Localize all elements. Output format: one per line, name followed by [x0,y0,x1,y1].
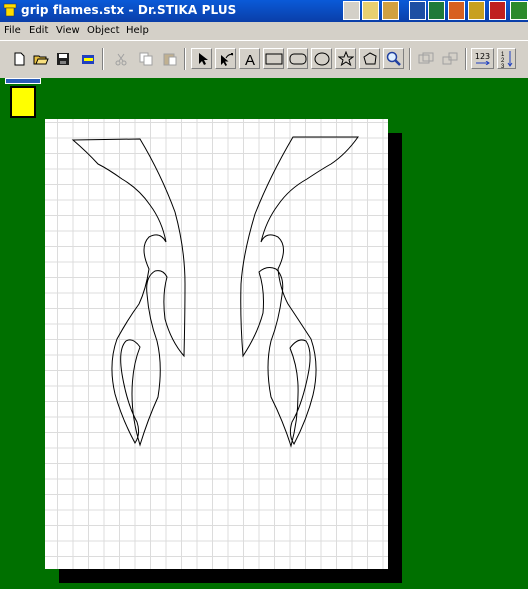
ellipse-icon [314,52,329,65]
star-tool-button[interactable] [335,48,356,69]
open-button[interactable] [30,48,51,69]
color-palette-swatch[interactable] [10,86,36,118]
menu-help[interactable]: Help [126,25,149,36]
flame-left [71,138,186,447]
menu-edit[interactable]: Edit [29,25,48,36]
toolbar-separator [465,48,467,70]
save-icon [56,52,69,65]
cut-button[interactable] [110,48,131,69]
text-icon: A [245,52,255,66]
menu-file[interactable]: File [4,25,21,36]
menu-object[interactable]: Object [87,25,120,36]
zoom-icon [386,51,401,66]
app-tray-icon[interactable] [468,1,485,20]
app-tray-icon[interactable] [510,1,528,20]
vertical-numbering-icon: 1 2 3 [501,50,512,68]
new-icon [14,52,24,65]
drawing-page[interactable] [45,119,388,569]
cutter-icon [81,54,94,64]
rounded-rectangle-icon [289,53,306,64]
toolbar: A 123 1 2 3 [0,40,528,78]
excel-icon[interactable] [428,1,445,20]
flame-right [240,136,359,448]
group-button[interactable] [415,48,436,69]
rectangle-tool-button[interactable] [263,48,284,69]
cutter-button[interactable] [77,48,98,69]
paste-icon [163,53,176,65]
toolbar-separator [184,48,186,70]
open-icon [33,55,49,64]
word-icon[interactable] [409,1,426,20]
vertical-numbering-button[interactable]: 1 2 3 [497,48,516,69]
ungroup-button[interactable] [439,48,460,69]
numbering-button[interactable]: 123 [471,48,494,69]
polygon-tool-button[interactable] [359,48,380,69]
app-tray-icon[interactable] [362,1,379,20]
copy-icon [139,52,152,65]
app-tray-icon[interactable] [343,1,360,20]
save-button[interactable] [52,48,73,69]
app-tray-icon[interactable] [489,1,506,20]
select-icon [198,52,208,65]
ungroup-icon [442,52,457,64]
cut-icon [115,53,126,65]
zoom-tool-button[interactable] [383,48,404,69]
menu-view[interactable]: View [56,25,80,36]
title-bar: grip flames.stx - Dr.STIKA PLUS [0,0,528,22]
star-icon [337,50,354,66]
rectangle-icon [265,53,282,64]
window-title: grip flames.stx - Dr.STIKA PLUS [21,3,237,17]
node-edit-icon [220,52,233,66]
svg-text:A: A [245,52,255,66]
paste-button[interactable] [159,48,180,69]
menu-bar: File Edit View Object Help [0,22,528,40]
group-icon [418,52,433,63]
polygon-icon [362,51,377,64]
copy-button[interactable] [135,48,156,69]
ellipse-tool-button[interactable] [311,48,332,69]
new-button[interactable] [8,48,29,69]
rounded-rectangle-tool-button[interactable] [287,48,308,69]
arrow-right-icon [475,61,490,65]
toolbar-separator [409,48,411,70]
app-tray-icon[interactable] [382,1,399,20]
flame-artwork[interactable] [45,119,388,569]
node-edit-tool-button[interactable] [215,48,236,69]
palette-header [5,78,41,84]
svg-text:3: 3 [501,64,505,68]
toolbar-separator [102,48,104,70]
select-tool-button[interactable] [191,48,212,69]
numbering-icon: 123 [474,52,491,61]
app-tray-icon[interactable] [448,1,465,20]
app-icon [3,3,17,17]
text-tool-button[interactable]: A [239,48,260,69]
